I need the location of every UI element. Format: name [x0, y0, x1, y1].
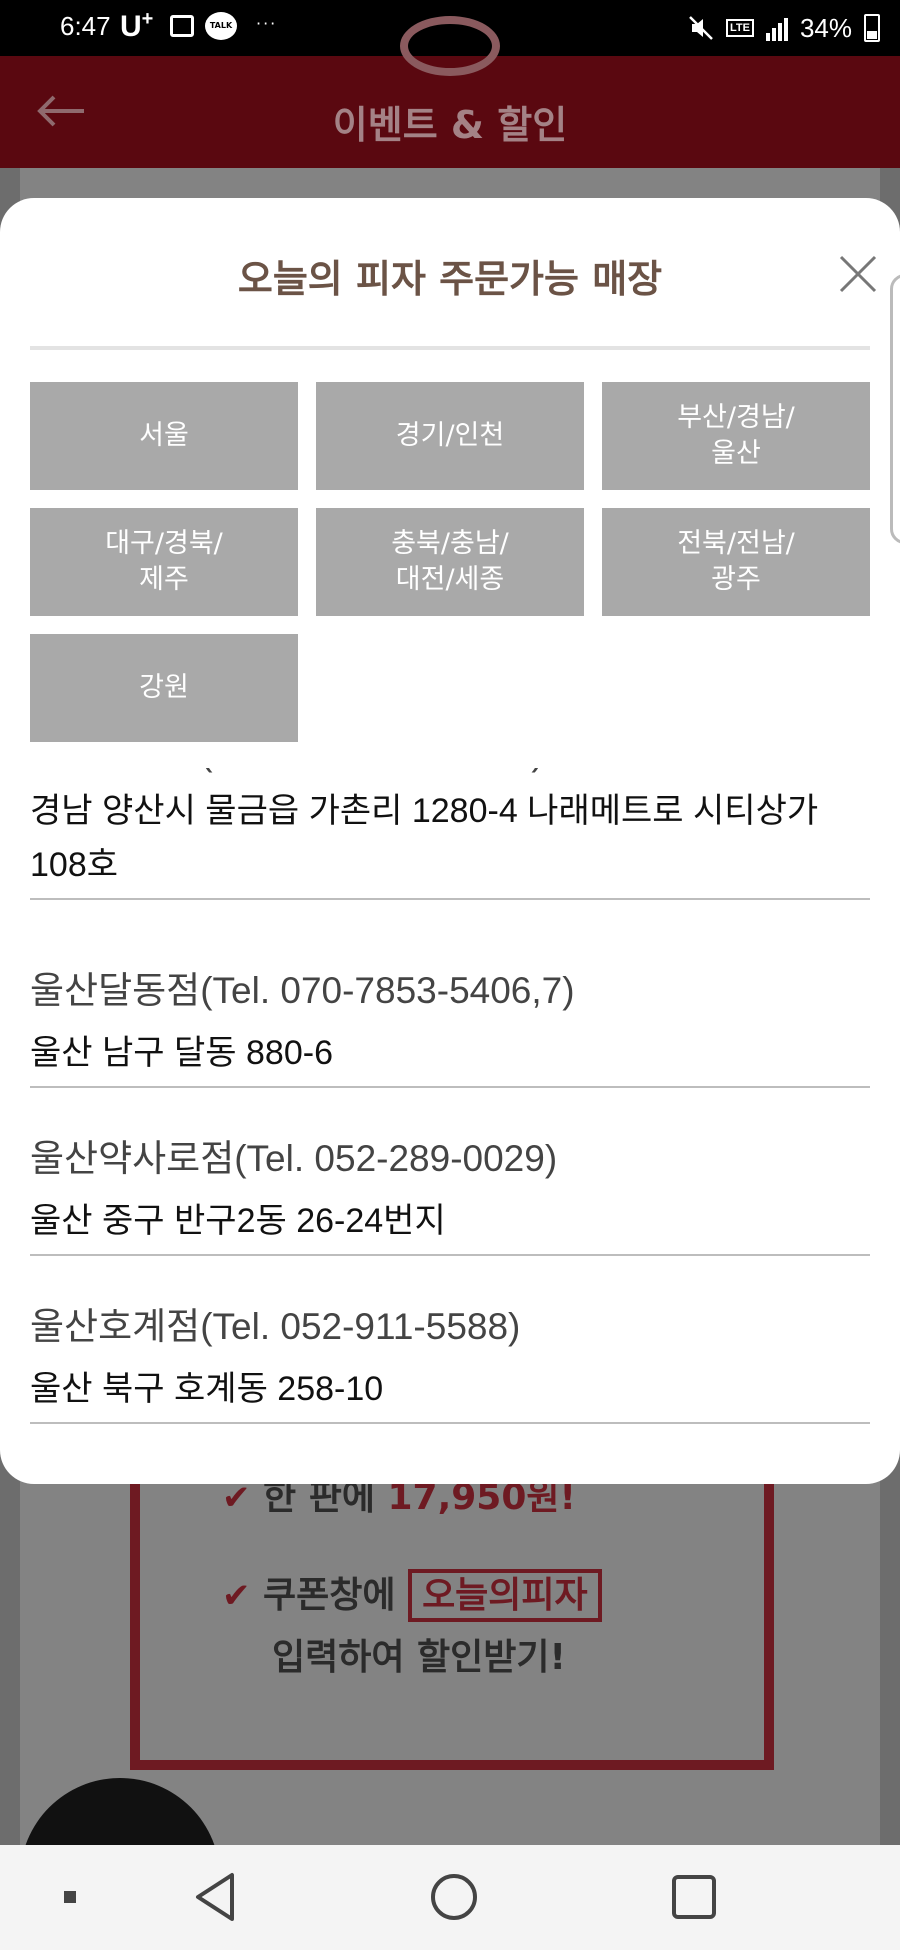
dot-icon[interactable] [40, 1867, 100, 1927]
region-button-busan-gyeongnam-ulsan[interactable]: 부산/경남/ 울산 [602, 382, 870, 490]
battery-percent: 34% [799, 12, 852, 43]
check-icon: ✔ [222, 1478, 251, 1518]
title-divider [30, 346, 870, 350]
gallery-icon [170, 15, 194, 37]
battery-icon [864, 14, 880, 42]
coupon-code-badge: 오늘의피자 [408, 1569, 602, 1622]
store-name: 울산달동점(Tel. 070-7853-5406,7) [30, 970, 575, 1011]
page-title: 이벤트 & 할인 [332, 103, 568, 147]
list-item: 울산약사로점(Tel. 052-289-0029) 울산 중구 반구2동 26-… [30, 1134, 870, 1256]
store-name: 울산호계점(Tel. 052-911-5588) [30, 1306, 521, 1347]
status-time: 6:47 [60, 11, 111, 41]
status-right-group: LTE 34% [688, 10, 880, 46]
back-icon[interactable] [186, 1867, 246, 1927]
promo-coupon-prefix: 쿠폰창에 [263, 1575, 409, 1616]
store-address: 경남 양산시 물금읍 가촌리 1280-4 나래메트로 시티상가 108호 [30, 792, 819, 884]
promo-line-instruction: 입력하여 할인받기! [272, 1637, 566, 1678]
region-button-gangwon[interactable]: 강원 [30, 634, 298, 742]
store-name: 울산약사로점(Tel. 052-289-0029) [30, 1138, 558, 1179]
store-list[interactable]: 양산물금점(Tel. 070-4456-5785) 경남 양산시 물금읍 가촌리… [30, 768, 870, 1484]
lte-icon: LTE [725, 19, 754, 37]
carrier-sup: + [141, 8, 154, 30]
region-button-chungbuk-chungnam-daejeon-sejong[interactable]: 충북/충남/ 대전/세종 [316, 508, 584, 616]
region-button-daegu-gyeongbuk-jeju[interactable]: 대구/경북/ 제주 [30, 508, 298, 616]
scroll-indicator [890, 274, 900, 544]
store-address: 울산 중구 반구2동 26-24번지 [30, 1202, 446, 1240]
mute-icon [689, 16, 713, 40]
more-notifications-icon: ··· [256, 14, 278, 33]
close-icon[interactable] [838, 254, 878, 294]
carrier-label: U+ [120, 8, 153, 44]
list-item: 양산물금점(Tel. 070-4456-5785) 경남 양산시 물금읍 가촌리… [30, 768, 870, 900]
promo-line-coupon: ✔ 쿠폰창에 오늘의피자 [222, 1566, 602, 1622]
app-header: 이벤트 & 할인 [0, 16, 900, 168]
region-button-jeonbuk-jeonnam-gwangju[interactable]: 전북/전남/ 광주 [602, 508, 870, 616]
modal-title: 오늘의 피자 주문가능 매장 [237, 257, 663, 301]
store-name: 양산물금점(Tel. 070-4456-5785) [30, 768, 870, 778]
region-button-gyeonggi-incheon[interactable]: 경기/인천 [316, 382, 584, 490]
signal-icon [765, 15, 788, 41]
kakaotalk-icon: TALK [205, 12, 237, 40]
carrier-name: U [120, 10, 142, 43]
brand-logo [400, 16, 500, 76]
store-list-modal: 오늘의 피자 주문가능 매장 서울 경기/인천 부산/경남/ 울산 대구/경북/… [0, 198, 900, 1484]
list-item: 울산호계점(Tel. 052-911-5588) 울산 북구 호계동 258-1… [30, 1302, 870, 1424]
home-icon[interactable] [424, 1867, 484, 1927]
store-address: 울산 남구 달동 880-6 [30, 1034, 333, 1072]
recents-icon[interactable] [664, 1867, 724, 1927]
region-button-seoul[interactable]: 서울 [30, 382, 298, 490]
list-item: 울산달동점(Tel. 070-7853-5406,7) 울산 남구 달동 880… [30, 966, 870, 1088]
store-address: 울산 북구 호계동 258-10 [30, 1370, 384, 1408]
system-nav-bar [0, 1845, 900, 1950]
check-icon: ✔ [222, 1576, 251, 1616]
